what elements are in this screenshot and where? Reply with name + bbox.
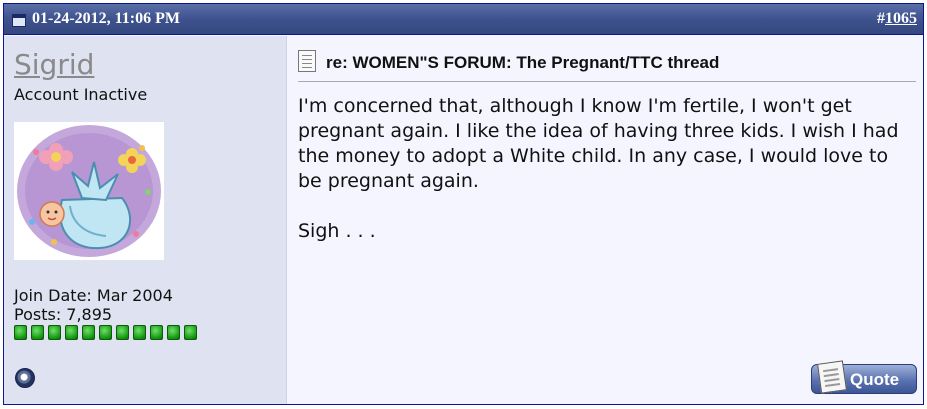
forum-post: 01-24-2012, 11:06 PM #1065 Sigrid Accoun… xyxy=(3,3,924,405)
post-number-prefix: # xyxy=(877,10,885,27)
post-number: #1065 xyxy=(877,10,917,28)
reputation-pip xyxy=(14,325,27,340)
reputation-pip xyxy=(150,325,163,340)
quote-button-label: Quote xyxy=(850,370,900,389)
message-title: re: WOMEN"S FORUM: The Pregnant/TTC thre… xyxy=(326,53,720,72)
quote-document-icon xyxy=(817,360,847,394)
reputation-pip xyxy=(65,325,78,340)
reputation-pip xyxy=(167,325,180,340)
message-body: I'm concerned that, although I know I'm … xyxy=(298,94,910,244)
reputation-pip xyxy=(133,325,146,340)
post-header: 01-24-2012, 11:06 PM #1065 xyxy=(4,4,923,35)
avatar-illustration xyxy=(17,125,161,257)
reputation-pip xyxy=(82,325,95,340)
avatar xyxy=(14,122,164,260)
message-paragraph: Sigh . . . xyxy=(298,220,376,242)
user-info-panel: Sigrid Account Inactive Join Date: Mar 2… xyxy=(4,36,287,404)
reputation-pip xyxy=(48,325,61,340)
reputation-pip xyxy=(116,325,129,340)
document-icon xyxy=(298,50,316,72)
offline-status-icon[interactable] xyxy=(15,368,35,388)
username-link[interactable]: Sigrid xyxy=(14,48,94,81)
post-permalink[interactable]: 1065 xyxy=(885,10,917,27)
post-message: re: WOMEN"S FORUM: The Pregnant/TTC thre… xyxy=(288,36,923,404)
post-status-icon xyxy=(12,14,26,27)
join-date: Join Date: Mar 2004 xyxy=(14,286,173,305)
message-title-row: re: WOMEN"S FORUM: The Pregnant/TTC thre… xyxy=(298,50,916,82)
user-title: Account Inactive xyxy=(14,85,148,104)
post-count: Posts: 7,895 xyxy=(14,305,113,324)
reputation-pip xyxy=(99,325,112,340)
message-paragraph: I'm concerned that, although I know I'm … xyxy=(298,95,899,192)
quote-button[interactable]: Quote xyxy=(811,360,917,394)
reputation-pip xyxy=(184,325,197,340)
post-date: 01-24-2012, 11:06 PM xyxy=(32,10,180,27)
reputation-pip xyxy=(31,325,44,340)
